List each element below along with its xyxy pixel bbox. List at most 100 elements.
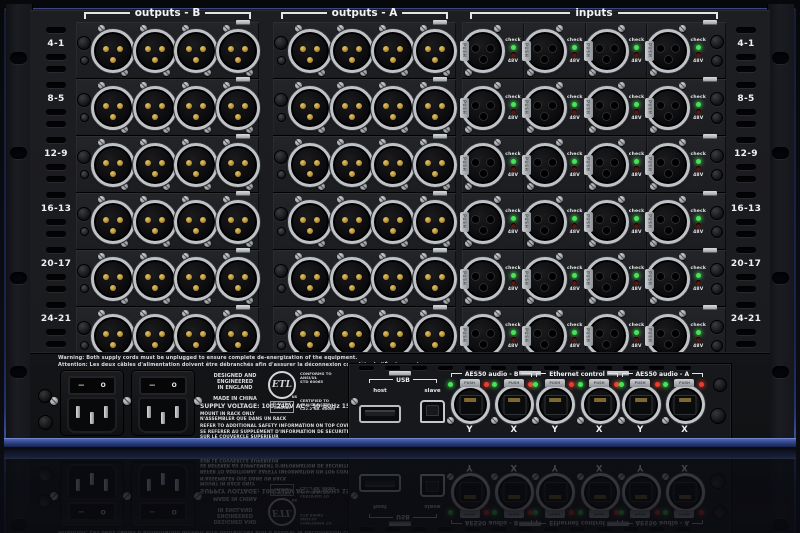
push-latch[interactable]: PUSH <box>460 97 469 118</box>
xlr-output-male[interactable] <box>132 194 177 249</box>
check-button[interactable] <box>710 91 724 106</box>
module-button[interactable] <box>274 150 288 164</box>
xlr-output-male[interactable] <box>132 251 177 306</box>
module-button[interactable] <box>274 93 288 107</box>
push-latch[interactable]: PUSH <box>583 40 593 61</box>
xlr-input-female[interactable]: PUSH <box>460 194 505 249</box>
xlr-input-female[interactable]: PUSH <box>583 137 629 192</box>
xlr-output-male[interactable] <box>413 80 458 135</box>
ethercon-port[interactable]: PUSH <box>576 379 620 424</box>
phantom-48v-button[interactable] <box>711 168 723 181</box>
xlr-output-male[interactable] <box>413 137 458 192</box>
xlr-input-female[interactable]: PUSH <box>583 23 629 78</box>
push-latch[interactable]: PUSH <box>521 40 531 61</box>
module-button[interactable] <box>274 36 288 50</box>
xlr-input-female[interactable]: PUSH <box>460 137 505 192</box>
push-latch[interactable]: PUSH <box>645 154 655 175</box>
phantom-48v-button[interactable] <box>711 111 723 124</box>
xlr-output-male[interactable] <box>371 251 416 306</box>
xlr-output-male[interactable] <box>90 251 135 306</box>
phantom-48v-button[interactable] <box>711 339 723 352</box>
ethercon-port[interactable]: PUSH <box>491 379 535 424</box>
push-latch[interactable]: PUSH <box>544 379 565 387</box>
module-button[interactable] <box>77 207 91 221</box>
xlr-output-male[interactable] <box>413 23 458 78</box>
xlr-input-female[interactable]: PUSH <box>645 80 691 135</box>
xlr-input-female[interactable]: PUSH <box>583 80 629 135</box>
xlr-output-male[interactable] <box>371 137 416 192</box>
ethercon-port[interactable]: PUSH <box>447 379 490 424</box>
xlr-output-male[interactable] <box>90 80 135 135</box>
xlr-output-male[interactable] <box>287 137 332 192</box>
xlr-output-male[interactable] <box>329 251 374 306</box>
xlr-input-female[interactable]: PUSH <box>521 137 567 192</box>
push-latch[interactable]: PUSH <box>645 97 655 118</box>
push-latch[interactable]: PUSH <box>645 40 655 61</box>
push-latch[interactable]: PUSH <box>521 211 531 232</box>
push-latch[interactable]: PUSH <box>583 154 593 175</box>
push-latch[interactable]: PUSH <box>645 268 655 289</box>
xlr-output-male[interactable] <box>371 23 416 78</box>
xlr-input-female[interactable]: PUSH <box>645 137 691 192</box>
push-latch[interactable]: PUSH <box>460 325 469 346</box>
xlr-output-male[interactable] <box>329 137 374 192</box>
xlr-output-male[interactable] <box>413 194 458 249</box>
push-latch[interactable]: PUSH <box>674 379 695 387</box>
module-button[interactable] <box>77 264 91 278</box>
push-latch[interactable]: PUSH <box>630 379 651 387</box>
xlr-output-male[interactable] <box>413 251 458 306</box>
usb-slave-port[interactable] <box>420 400 445 423</box>
push-latch[interactable]: PUSH <box>589 379 610 387</box>
xlr-input-female[interactable]: PUSH <box>583 251 629 306</box>
xlr-output-male[interactable] <box>216 23 261 78</box>
module-button[interactable] <box>77 36 91 50</box>
xlr-input-female[interactable]: PUSH <box>460 251 505 306</box>
xlr-output-male[interactable] <box>371 80 416 135</box>
xlr-output-male[interactable] <box>371 194 416 249</box>
xlr-output-male[interactable] <box>174 80 219 135</box>
xlr-output-male[interactable] <box>90 23 135 78</box>
ethercon-port[interactable]: PUSH <box>532 379 576 424</box>
xlr-output-male[interactable] <box>132 80 177 135</box>
push-latch[interactable]: PUSH <box>583 325 593 346</box>
xlr-input-female[interactable]: PUSH <box>645 251 691 306</box>
xlr-output-male[interactable] <box>287 194 332 249</box>
power-switch-2[interactable]: — O <box>139 376 187 395</box>
push-latch[interactable]: PUSH <box>583 97 593 118</box>
push-latch[interactable]: PUSH <box>503 379 524 387</box>
push-latch[interactable]: PUSH <box>460 268 469 289</box>
phantom-48v-button[interactable] <box>711 282 723 295</box>
xlr-output-male[interactable] <box>216 251 261 306</box>
phantom-48v-button[interactable] <box>711 225 723 238</box>
module-button[interactable] <box>274 321 288 335</box>
power-switch-1[interactable]: — O <box>68 376 116 395</box>
xlr-output-male[interactable] <box>216 80 261 135</box>
xlr-input-female[interactable]: PUSH <box>645 194 691 249</box>
xlr-output-male[interactable] <box>174 194 219 249</box>
module-button[interactable] <box>274 264 288 278</box>
push-latch[interactable]: PUSH <box>460 40 469 61</box>
module-button[interactable] <box>77 150 91 164</box>
ethercon-port[interactable]: PUSH <box>661 379 705 424</box>
module-button[interactable] <box>77 93 91 107</box>
xlr-output-male[interactable] <box>329 80 374 135</box>
xlr-output-male[interactable] <box>287 23 332 78</box>
xlr-input-female[interactable]: PUSH <box>460 80 505 135</box>
xlr-input-female[interactable]: PUSH <box>583 194 629 249</box>
xlr-output-male[interactable] <box>174 251 219 306</box>
xlr-input-female[interactable]: PUSH <box>521 194 567 249</box>
xlr-output-male[interactable] <box>90 137 135 192</box>
xlr-input-female[interactable]: PUSH <box>645 23 691 78</box>
push-latch[interactable]: PUSH <box>521 325 531 346</box>
xlr-output-male[interactable] <box>216 194 261 249</box>
push-latch[interactable]: PUSH <box>460 154 469 175</box>
push-latch[interactable]: PUSH <box>521 154 531 175</box>
push-latch[interactable]: PUSH <box>645 211 655 232</box>
xlr-input-female[interactable]: PUSH <box>521 23 567 78</box>
push-latch[interactable]: PUSH <box>583 268 593 289</box>
xlr-output-male[interactable] <box>216 137 261 192</box>
module-button[interactable] <box>77 321 91 335</box>
xlr-output-male[interactable] <box>329 194 374 249</box>
check-button[interactable] <box>710 262 724 277</box>
phantom-48v-button[interactable] <box>711 54 723 67</box>
